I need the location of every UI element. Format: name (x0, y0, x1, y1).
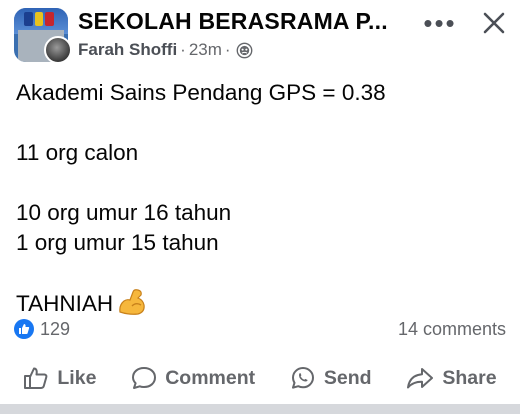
like-button[interactable]: Like (15, 358, 104, 398)
whatsapp-icon (291, 367, 314, 389)
share-icon (407, 368, 434, 389)
meta-separator: · (224, 40, 231, 59)
post-stats: 129 14 comments (14, 316, 506, 342)
group-name[interactable]: SEKOLAH BERASRAMA P... (78, 8, 408, 35)
globe-icon (236, 42, 252, 58)
action-bar: Like Comment Send Share (0, 358, 520, 398)
comment-count[interactable]: 14 comments (398, 319, 506, 340)
author-name[interactable]: Farah Shoffi (78, 40, 177, 60)
post-divider (0, 404, 520, 414)
meta-separator: · (180, 40, 186, 59)
post-line: 1 org umur 15 tahun (16, 230, 219, 255)
thumbs-up-icon (14, 319, 34, 339)
more-options-button[interactable]: ••• (418, 10, 462, 36)
close-icon (483, 12, 505, 34)
comment-label: Comment (165, 366, 256, 389)
post-line: 10 org umur 16 tahun (16, 200, 232, 225)
like-label: Like (57, 366, 97, 389)
comment-icon (132, 367, 157, 389)
post-meta: Farah Shoffi · 23m · (78, 40, 253, 60)
send-button[interactable]: Send (282, 358, 380, 398)
like-icon (24, 367, 48, 389)
post-line: Akademi Sains Pendang GPS = 0.38 (16, 80, 386, 105)
post-text: Akademi Sains Pendang GPS = 0.38 11 org … (16, 78, 506, 318)
reaction-summary[interactable]: 129 (14, 319, 70, 340)
post-line: TAHNIAH (16, 291, 114, 316)
comment-button[interactable]: Comment (123, 358, 263, 398)
author-avatar[interactable] (44, 36, 72, 64)
share-label: Share (442, 366, 497, 389)
close-button[interactable] (476, 6, 512, 40)
share-button[interactable]: Share (398, 358, 504, 398)
post-line-final: TAHNIAH (16, 288, 506, 318)
send-label: Send (323, 366, 372, 389)
post-header: SEKOLAH BERASRAMA P... Farah Shoffi · 23… (0, 0, 520, 70)
post-time[interactable]: 23m (189, 40, 222, 60)
reaction-count: 129 (40, 318, 71, 339)
post-line: 11 org calon (16, 140, 139, 165)
flexed-biceps-emoji (119, 289, 145, 315)
